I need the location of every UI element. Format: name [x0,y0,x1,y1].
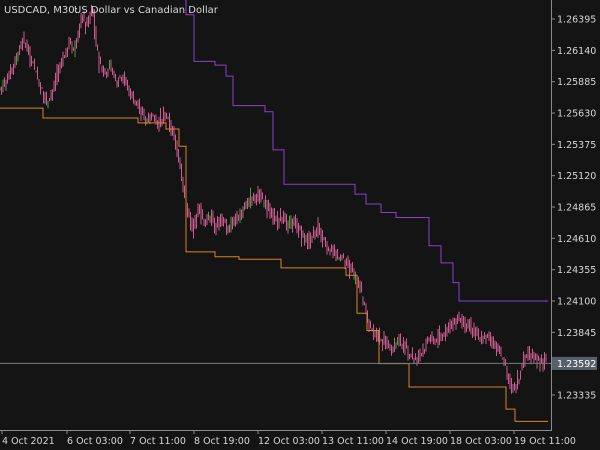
x-tick-label: 13 Oct 11:00 [322,436,384,447]
y-tick-label: 1.25630 [557,109,596,120]
current-price-label: 1.23592 [552,356,597,370]
y-tick-label: 1.24610 [557,234,596,245]
x-tick-label: 6 Oct 03:00 [67,436,123,447]
x-tick-label: 19 Oct 11:00 [514,436,576,447]
y-tick-label: 1.23845 [557,328,596,339]
y-tick-label: 1.25375 [557,140,596,151]
x-tick-label: 12 Oct 03:00 [258,436,320,447]
y-tick-label: 1.23335 [557,390,596,401]
x-tick-label: 4 Oct 2021 [2,436,55,447]
current-price-value: 1.23592 [557,359,596,370]
chart-title-description: US Dollar vs Canadian Dollar [74,5,219,16]
y-tick-label: 1.24100 [557,297,596,308]
chart-canvas: 1.26395 1.26140 1.25885 1.25630 1.25375 1.251… [0,0,600,450]
y-tick-label: 1.26140 [557,46,596,57]
x-tick-label: 7 Oct 11:00 [130,436,186,447]
y-tick-label: 1.25885 [557,77,596,88]
y-tick-label: 1.25120 [557,171,596,182]
x-tick-label: 18 Oct 03:00 [450,436,512,447]
y-tick-label: 1.24355 [557,265,596,276]
x-tick-label: 14 Oct 19:00 [386,436,448,447]
chart-title-symbol: USDCAD, M30: [4,5,78,16]
y-tick-label: 1.24865 [557,203,596,214]
x-tick-label: 8 Oct 19:00 [194,436,250,447]
y-tick-label: 1.26395 [557,15,596,26]
